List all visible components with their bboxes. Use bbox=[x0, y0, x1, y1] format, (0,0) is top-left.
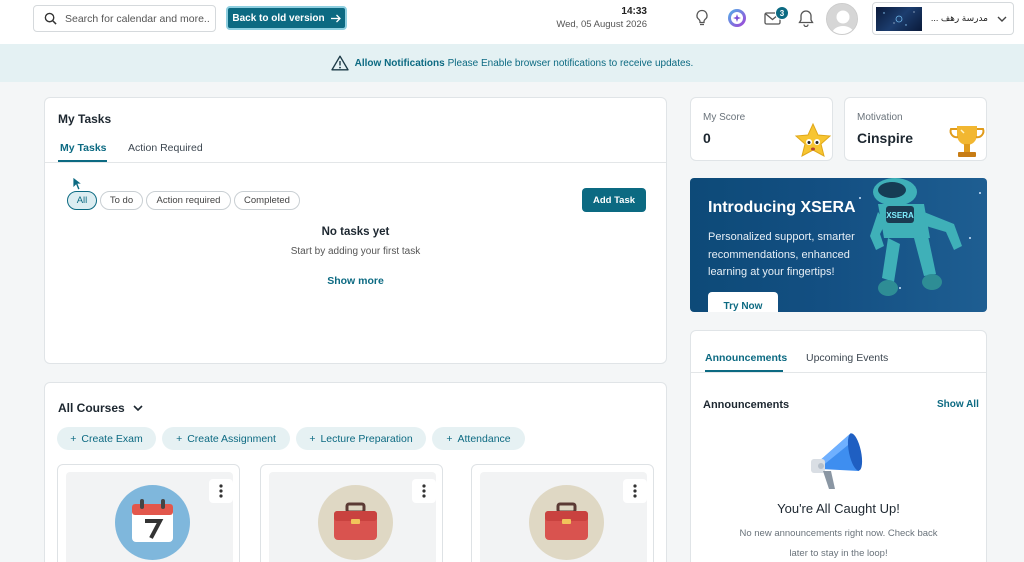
tab-upcoming-events[interactable]: Upcoming Events bbox=[806, 352, 888, 364]
course-menu-icon[interactable] bbox=[209, 479, 233, 503]
filter-completed[interactable]: Completed bbox=[234, 191, 300, 210]
my-tasks-card: My Tasks My Tasks Action Required All To… bbox=[44, 97, 667, 364]
mail-badge: 3 bbox=[775, 6, 789, 20]
show-all-link[interactable]: Show All bbox=[937, 399, 979, 410]
chip-label: Lecture Preparation bbox=[320, 432, 413, 445]
chip-label: Attendance bbox=[457, 432, 511, 445]
announcement-tabs-divider bbox=[691, 372, 986, 373]
bell-icon[interactable] bbox=[796, 8, 816, 28]
chevron-down-icon bbox=[997, 16, 1007, 22]
arrow-right-icon bbox=[330, 14, 341, 22]
tasks-title: My Tasks bbox=[58, 112, 112, 126]
allow-notifications-link[interactable]: Allow Notifications bbox=[355, 58, 445, 69]
chip-label: Create Exam bbox=[81, 432, 143, 445]
top-header: Back to old version 14:33 Wed, 05 August… bbox=[0, 0, 1024, 44]
xsera-promo-banner[interactable]: XSERA Introducing XSERA Personalized sup… bbox=[690, 178, 987, 312]
caught-up-title: You're All Caught Up! bbox=[777, 501, 900, 516]
calendar-icon bbox=[115, 485, 190, 560]
motivation-label: Motivation bbox=[857, 112, 903, 123]
score-value: 0 bbox=[703, 130, 711, 146]
score-label: My Score bbox=[703, 112, 746, 123]
briefcase-icon bbox=[318, 485, 393, 560]
star-mascot-icon bbox=[794, 122, 832, 157]
announcements-heading: Announcements bbox=[703, 399, 790, 411]
attendance-button[interactable]: + Attendance bbox=[432, 427, 525, 450]
active-tab-indicator bbox=[58, 160, 107, 162]
try-now-button[interactable]: Try Now bbox=[708, 292, 778, 312]
school-selector[interactable]: مدرسة رهف ... bbox=[872, 2, 1014, 35]
briefcase-icon bbox=[529, 485, 604, 560]
lecture-preparation-button[interactable]: + Lecture Preparation bbox=[296, 427, 426, 450]
plus-icon: + bbox=[176, 432, 183, 445]
course-menu-icon[interactable] bbox=[623, 479, 647, 503]
all-courses-card: All Courses + Create Exam + Create Assignm… bbox=[44, 382, 667, 562]
active-tab-indicator bbox=[705, 370, 783, 372]
trophy-icon bbox=[949, 126, 985, 157]
chevron-down-icon bbox=[133, 405, 143, 411]
course-card[interactable] bbox=[260, 464, 443, 562]
search-box[interactable] bbox=[33, 5, 216, 32]
course-thumbnail bbox=[480, 472, 647, 562]
filter-todo[interactable]: To do bbox=[100, 191, 143, 210]
ai-assistant-icon[interactable] bbox=[727, 8, 747, 28]
school-name: مدرسة رهف ... bbox=[930, 13, 988, 23]
search-input[interactable] bbox=[65, 12, 210, 25]
show-more-link[interactable]: Show more bbox=[45, 275, 666, 287]
create-assignment-button[interactable]: + Create Assignment bbox=[162, 427, 290, 450]
banner-text: Personalized support, smarter recommenda… bbox=[708, 231, 855, 278]
mouse-cursor-icon bbox=[72, 176, 83, 191]
back-to-old-version-button[interactable]: Back to old version bbox=[226, 6, 347, 30]
course-thumbnail bbox=[66, 472, 233, 562]
course-card[interactable] bbox=[471, 464, 654, 562]
banner-title: Introducing XSERA bbox=[708, 199, 856, 216]
back-button-label: Back to old version bbox=[232, 12, 325, 24]
filter-all[interactable]: All bbox=[67, 191, 97, 210]
lightbulb-icon[interactable] bbox=[692, 8, 712, 28]
motivation-value: Cinspire bbox=[857, 130, 914, 146]
tab-my-tasks[interactable]: My Tasks bbox=[60, 142, 107, 154]
notification-message: Please Enable browser notifications to r… bbox=[447, 57, 694, 69]
my-score-card[interactable]: My Score 0 bbox=[690, 97, 833, 161]
announcements-card: Announcements Upcoming Events Announceme… bbox=[690, 330, 987, 562]
user-avatar[interactable] bbox=[826, 3, 858, 35]
robot-chest-label: XSERA bbox=[886, 211, 914, 220]
notification-banner: Allow Notifications Please Enable browse… bbox=[0, 44, 1024, 82]
plus-icon: + bbox=[70, 432, 77, 445]
empty-tasks-subtitle: Start by adding your first task bbox=[290, 246, 421, 257]
empty-tasks-title: No tasks yet bbox=[321, 226, 390, 238]
add-task-button[interactable]: Add Task bbox=[582, 188, 646, 212]
clock-time: 14:33 bbox=[621, 6, 647, 17]
filter-action-required[interactable]: Action required bbox=[146, 191, 231, 210]
tab-announcements[interactable]: Announcements bbox=[705, 352, 787, 364]
courses-title-text: All Courses bbox=[58, 401, 125, 415]
tabs-divider bbox=[45, 162, 666, 163]
school-logo bbox=[876, 6, 922, 31]
chip-label: Create Assignment bbox=[187, 432, 276, 445]
motivation-card[interactable]: Motivation Cinspire bbox=[844, 97, 987, 161]
courses-title[interactable]: All Courses bbox=[58, 401, 143, 415]
tab-action-required[interactable]: Action Required bbox=[128, 142, 203, 154]
warning-icon bbox=[330, 55, 349, 71]
megaphone-icon bbox=[811, 433, 863, 489]
create-exam-button[interactable]: + Create Exam bbox=[57, 427, 156, 450]
course-card[interactable] bbox=[57, 464, 240, 562]
course-thumbnail bbox=[269, 472, 436, 562]
plus-icon: + bbox=[446, 432, 453, 445]
course-menu-icon[interactable] bbox=[412, 479, 436, 503]
search-icon bbox=[44, 12, 57, 25]
caught-up-subtitle: No new announcements right now. Check ba… bbox=[739, 528, 938, 559]
clock-date: Wed, 05 August 2026 bbox=[556, 19, 647, 30]
plus-icon: + bbox=[309, 432, 316, 445]
